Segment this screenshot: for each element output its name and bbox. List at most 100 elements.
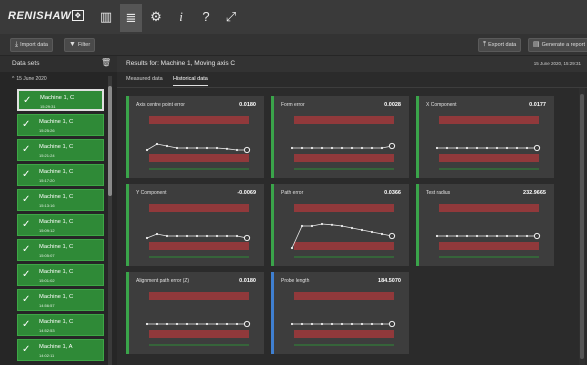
data-point[interactable] xyxy=(515,234,519,238)
latest-point[interactable] xyxy=(243,146,251,154)
data-point[interactable] xyxy=(515,146,519,150)
data-point[interactable] xyxy=(435,146,439,150)
data-point[interactable] xyxy=(340,146,344,150)
metric-card[interactable]: X Component 0.0177 xyxy=(416,96,554,178)
data-point[interactable] xyxy=(205,146,209,150)
import-data-button[interactable]: ⤓ Import data xyxy=(10,38,53,52)
latest-point[interactable] xyxy=(388,142,396,150)
data-point[interactable] xyxy=(330,223,334,226)
metric-card[interactable]: Axis centre point error 0.0180 xyxy=(126,96,264,178)
data-set-item[interactable]: ✓ Machine 1, C 15:09:12 xyxy=(17,214,104,236)
data-point[interactable] xyxy=(165,144,169,148)
data-point[interactable] xyxy=(300,224,304,228)
metric-card[interactable]: Form error 0.0028 xyxy=(271,96,409,178)
data-point[interactable] xyxy=(225,147,229,150)
data-point[interactable] xyxy=(310,146,314,150)
data-point[interactable] xyxy=(300,146,304,150)
data-point[interactable] xyxy=(215,322,219,326)
data-point[interactable] xyxy=(145,322,149,326)
data-set-item[interactable]: ✓ Machine 1, C 15:01:02 xyxy=(17,264,104,286)
data-point[interactable] xyxy=(380,232,384,236)
info-icon[interactable]: i xyxy=(170,8,192,26)
sidebar-scrollbar[interactable] xyxy=(108,76,112,365)
data-point[interactable] xyxy=(350,146,354,150)
data-point[interactable] xyxy=(310,224,314,228)
data-point[interactable] xyxy=(495,234,499,238)
data-point[interactable] xyxy=(320,222,324,226)
help-icon[interactable]: ? xyxy=(195,8,217,26)
data-point[interactable] xyxy=(475,146,479,150)
data-set-item[interactable]: ✓ Machine 1, C 15:13:16 xyxy=(17,189,104,211)
data-point[interactable] xyxy=(300,322,304,326)
data-point[interactable] xyxy=(290,322,294,326)
data-point[interactable] xyxy=(145,236,149,240)
data-point[interactable] xyxy=(380,146,384,150)
data-point[interactable] xyxy=(185,234,189,238)
data-point[interactable] xyxy=(370,230,374,234)
layout-icon[interactable]: ▥ xyxy=(95,8,117,26)
data-point[interactable] xyxy=(235,322,239,326)
data-point[interactable] xyxy=(320,146,324,150)
data-point[interactable] xyxy=(175,146,179,150)
data-point[interactable] xyxy=(465,146,469,150)
data-point[interactable] xyxy=(435,234,439,238)
data-point[interactable] xyxy=(445,234,449,238)
data-set-item[interactable]: ✓ Machine 1, C 15:29:31 xyxy=(17,89,104,111)
data-point[interactable] xyxy=(455,234,459,238)
data-point[interactable] xyxy=(525,146,529,150)
data-point[interactable] xyxy=(475,234,479,238)
sidebar-scroll-thumb[interactable] xyxy=(108,86,112,196)
data-point[interactable] xyxy=(195,234,199,238)
data-set-item[interactable]: ✓ Machine 1, A 14:02:11 xyxy=(17,339,104,361)
results-scrollbar[interactable] xyxy=(579,88,585,365)
data-point[interactable] xyxy=(360,228,364,232)
data-point[interactable] xyxy=(485,234,489,238)
data-point[interactable] xyxy=(175,322,179,326)
data-point[interactable] xyxy=(505,234,509,238)
export-data-button[interactable]: ⤒ Export data xyxy=(478,38,522,52)
data-point[interactable] xyxy=(175,234,179,238)
latest-point[interactable] xyxy=(243,320,251,328)
latest-point[interactable] xyxy=(388,320,396,328)
data-point[interactable] xyxy=(205,322,209,326)
data-point[interactable] xyxy=(155,322,159,326)
data-point[interactable] xyxy=(225,322,229,326)
data-set-item[interactable]: ✓ Machine 1, C 14:52:53 xyxy=(17,314,104,336)
latest-point[interactable] xyxy=(388,232,396,240)
data-point[interactable] xyxy=(225,234,229,238)
data-point[interactable] xyxy=(370,146,374,150)
data-point[interactable] xyxy=(445,146,449,150)
metric-card[interactable]: Test radius 232.9665 xyxy=(416,184,554,266)
data-point[interactable] xyxy=(330,146,334,150)
tab-historical-data[interactable]: Historical data xyxy=(173,76,208,86)
data-point[interactable] xyxy=(380,322,384,326)
data-point[interactable] xyxy=(235,148,239,152)
data-point[interactable] xyxy=(360,322,364,326)
data-point[interactable] xyxy=(350,322,354,326)
data-set-item[interactable]: ✓ Machine 1, C 15:21:24 xyxy=(17,139,104,161)
data-point[interactable] xyxy=(185,322,189,326)
data-point[interactable] xyxy=(205,234,209,238)
latest-point[interactable] xyxy=(243,234,251,242)
data-point[interactable] xyxy=(215,234,219,238)
data-point[interactable] xyxy=(330,322,334,326)
data-point[interactable] xyxy=(165,322,169,326)
metric-card[interactable]: Y Component -0.0069 xyxy=(126,184,264,266)
data-point[interactable] xyxy=(310,322,314,326)
trash-icon[interactable]: 🗑︎ xyxy=(101,58,111,67)
data-point[interactable] xyxy=(290,146,294,150)
data-point[interactable] xyxy=(340,322,344,326)
data-set-item[interactable]: ✓ Machine 1, C 15:25:26 xyxy=(17,114,104,136)
data-point[interactable] xyxy=(155,232,159,236)
data-point[interactable] xyxy=(155,142,159,146)
data-point[interactable] xyxy=(215,146,219,150)
metric-card[interactable]: Alignment path error (Z) 0.0180 xyxy=(126,272,264,354)
data-point[interactable] xyxy=(505,146,509,150)
data-point[interactable] xyxy=(320,322,324,326)
data-point[interactable] xyxy=(525,234,529,238)
data-point[interactable] xyxy=(360,146,364,150)
fullscreen-icon[interactable]: ⤢ xyxy=(220,8,242,26)
data-point[interactable] xyxy=(370,322,374,326)
data-point[interactable] xyxy=(485,146,489,150)
data-point[interactable] xyxy=(195,322,199,326)
